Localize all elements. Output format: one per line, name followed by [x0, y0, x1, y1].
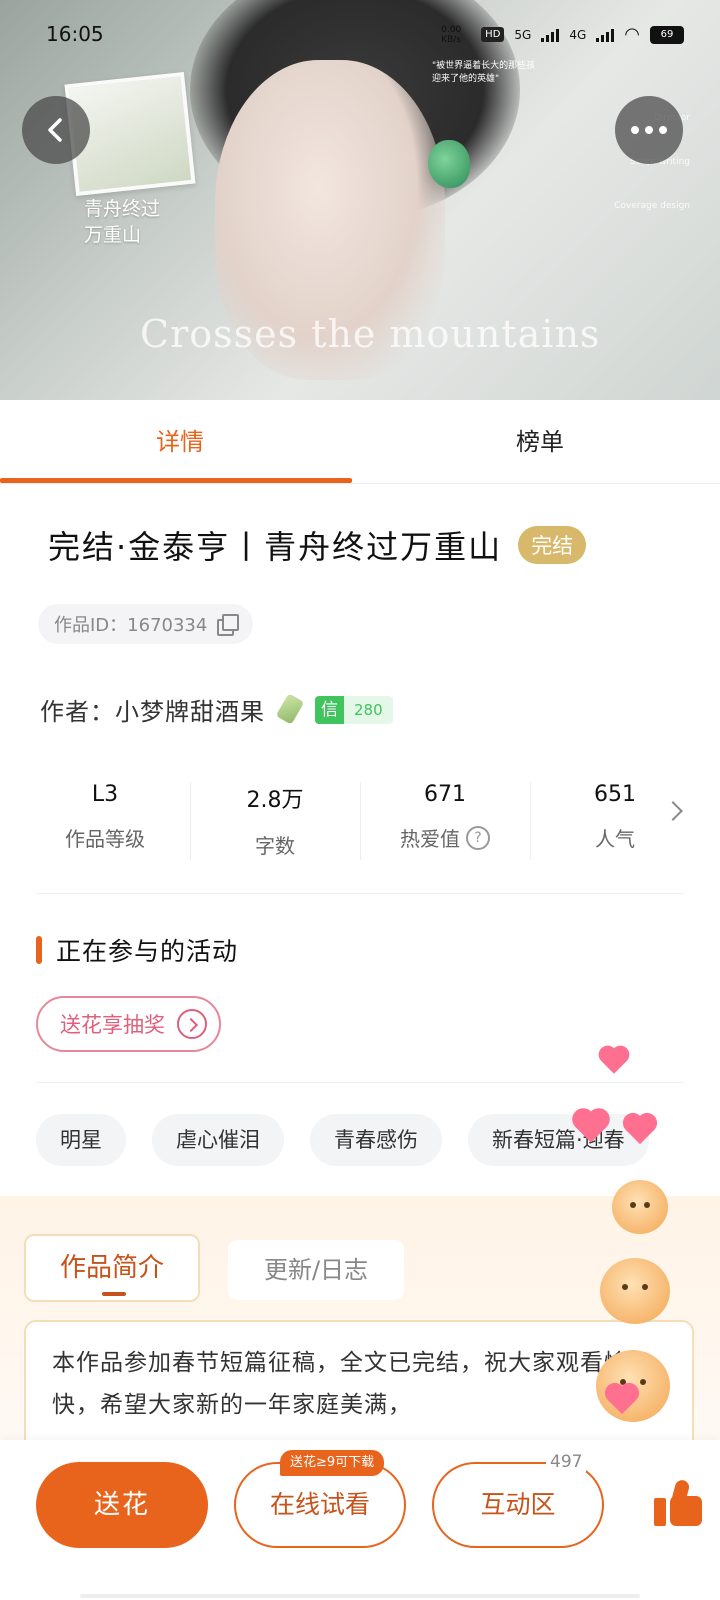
credit-badge: 信 280	[315, 695, 393, 724]
thumbs-up-icon[interactable]	[654, 1478, 704, 1526]
activities-heading: 正在参与的活动	[36, 932, 238, 968]
send-flower-button[interactable]: 送花	[36, 1462, 208, 1548]
tab-intro-label: 作品简介	[59, 1253, 164, 1283]
back-button[interactable]	[22, 96, 90, 164]
activity-flower-lottery[interactable]: 送花享抽奖	[36, 996, 221, 1052]
intro-text: 本作品参加春节短篇征稿，全文已完结，祝大家观看愉快，希望大家新的一年家庭美满，	[24, 1320, 694, 1460]
more-dots-icon	[631, 126, 667, 134]
tag-item[interactable]: 青春感伤	[310, 1114, 442, 1166]
sim2-label: 4G	[569, 27, 587, 42]
heart-icon	[601, 1048, 627, 1074]
stat-label-text: 人气	[595, 827, 635, 851]
stat-label-text: 热爱值	[400, 827, 460, 851]
tab-intro-indicator	[102, 1292, 126, 1296]
stat-popularity: 651 人气	[530, 776, 700, 868]
signal-icon	[596, 28, 615, 42]
stat-label: 作品等级	[20, 823, 190, 852]
interaction-area-button[interactable]: 互动区	[432, 1462, 604, 1548]
stat-label-text: 作品等级	[65, 827, 145, 851]
status-icons: 0.00 KB/s HD 5G 4G ◠ 69	[441, 24, 684, 45]
cover-poem-line: 万重山	[84, 224, 142, 246]
work-title: 完结·金泰亨丨青舟终过万重山	[48, 528, 503, 566]
cover-quote-line: 迎来了他的英雄"	[432, 74, 500, 84]
tab-intro[interactable]: 作品简介	[24, 1234, 200, 1302]
status-time: 16:05	[46, 22, 104, 46]
credit-value: 280	[344, 695, 393, 724]
stat-value: 671	[424, 782, 466, 807]
signal-icon	[541, 28, 560, 42]
more-button[interactable]	[615, 96, 683, 164]
circle-arrow-icon	[177, 1009, 207, 1039]
hd-icon: HD	[481, 27, 505, 42]
author-medal-icon	[275, 694, 305, 726]
chevron-left-icon	[48, 118, 62, 142]
tag-item[interactable]: 明星	[36, 1114, 126, 1166]
status-bar: 16:05 0.00 KB/s HD 5G 4G ◠ 69	[0, 0, 720, 70]
cover-poem-line: 青舟终过	[84, 198, 161, 220]
cover-earpiece	[428, 140, 470, 188]
work-stats[interactable]: L3 作品等级 2.8万 字数 671 热爱值? 651 人气	[20, 776, 700, 868]
home-indicator	[80, 1594, 640, 1598]
stat-label: 热爱值?	[360, 823, 530, 852]
stat-value: 2.8万	[246, 788, 304, 813]
activities-title: 正在参与的活动	[56, 937, 239, 966]
stat-label: 人气	[530, 823, 700, 852]
divider	[36, 1082, 684, 1083]
status-badge: 完结	[518, 526, 587, 564]
stat-level: L3 作品等级	[20, 776, 190, 868]
cover-poem: 青舟终过 万重山	[84, 196, 160, 248]
hamster-sticker	[612, 1180, 668, 1234]
work-id-text: 作品ID：1670334	[54, 615, 208, 636]
work-title-row: 完结·金泰亨丨青舟终过万重山 完结	[48, 522, 587, 568]
divider	[36, 893, 684, 894]
detail-tabs: 详情 榜单	[0, 400, 720, 484]
download-tip-badge: 送花≥9可下载	[280, 1450, 385, 1476]
cover-art-text: Crosses the mountains	[140, 312, 601, 356]
cover-credit-line: Coverage design	[614, 201, 690, 211]
stat-love: 671 热爱值?	[360, 776, 530, 868]
tag-list: 明星 虐心催泪 青春感伤 新春短篇·迎春	[36, 1114, 649, 1166]
hamster-sticker	[600, 1258, 670, 1324]
author-name[interactable]: 作者：小梦牌甜酒果	[40, 692, 265, 727]
help-icon[interactable]: ?	[466, 825, 490, 850]
heading-accent-bar	[36, 936, 42, 964]
sim1-label: 5G	[514, 27, 532, 42]
tab-detail[interactable]: 详情	[0, 400, 360, 484]
tab-rank[interactable]: 榜单	[360, 400, 720, 484]
tab-update-log[interactable]: 更新/日志	[228, 1240, 404, 1300]
activity-label: 送花享抽奖	[60, 1013, 165, 1037]
credit-label: 信	[315, 695, 344, 724]
tag-item[interactable]: 虐心催泪	[152, 1114, 284, 1166]
wifi-icon: ◠	[624, 24, 640, 45]
stat-words: 2.8万 字数	[190, 776, 360, 868]
stat-label-text: 字数	[255, 834, 295, 858]
net-speed: 0.00 KB/s	[441, 24, 462, 45]
author-row: 作者：小梦牌甜酒果 信 280	[40, 692, 393, 727]
battery-icon: 69	[650, 25, 684, 44]
interaction-count: 497	[546, 1452, 587, 1472]
tab-active-indicator	[0, 478, 352, 483]
copy-icon[interactable]	[217, 614, 240, 636]
stat-label: 字数	[190, 830, 360, 859]
stat-value: L3	[91, 782, 119, 807]
work-id[interactable]: 作品ID：1670334	[38, 604, 254, 644]
